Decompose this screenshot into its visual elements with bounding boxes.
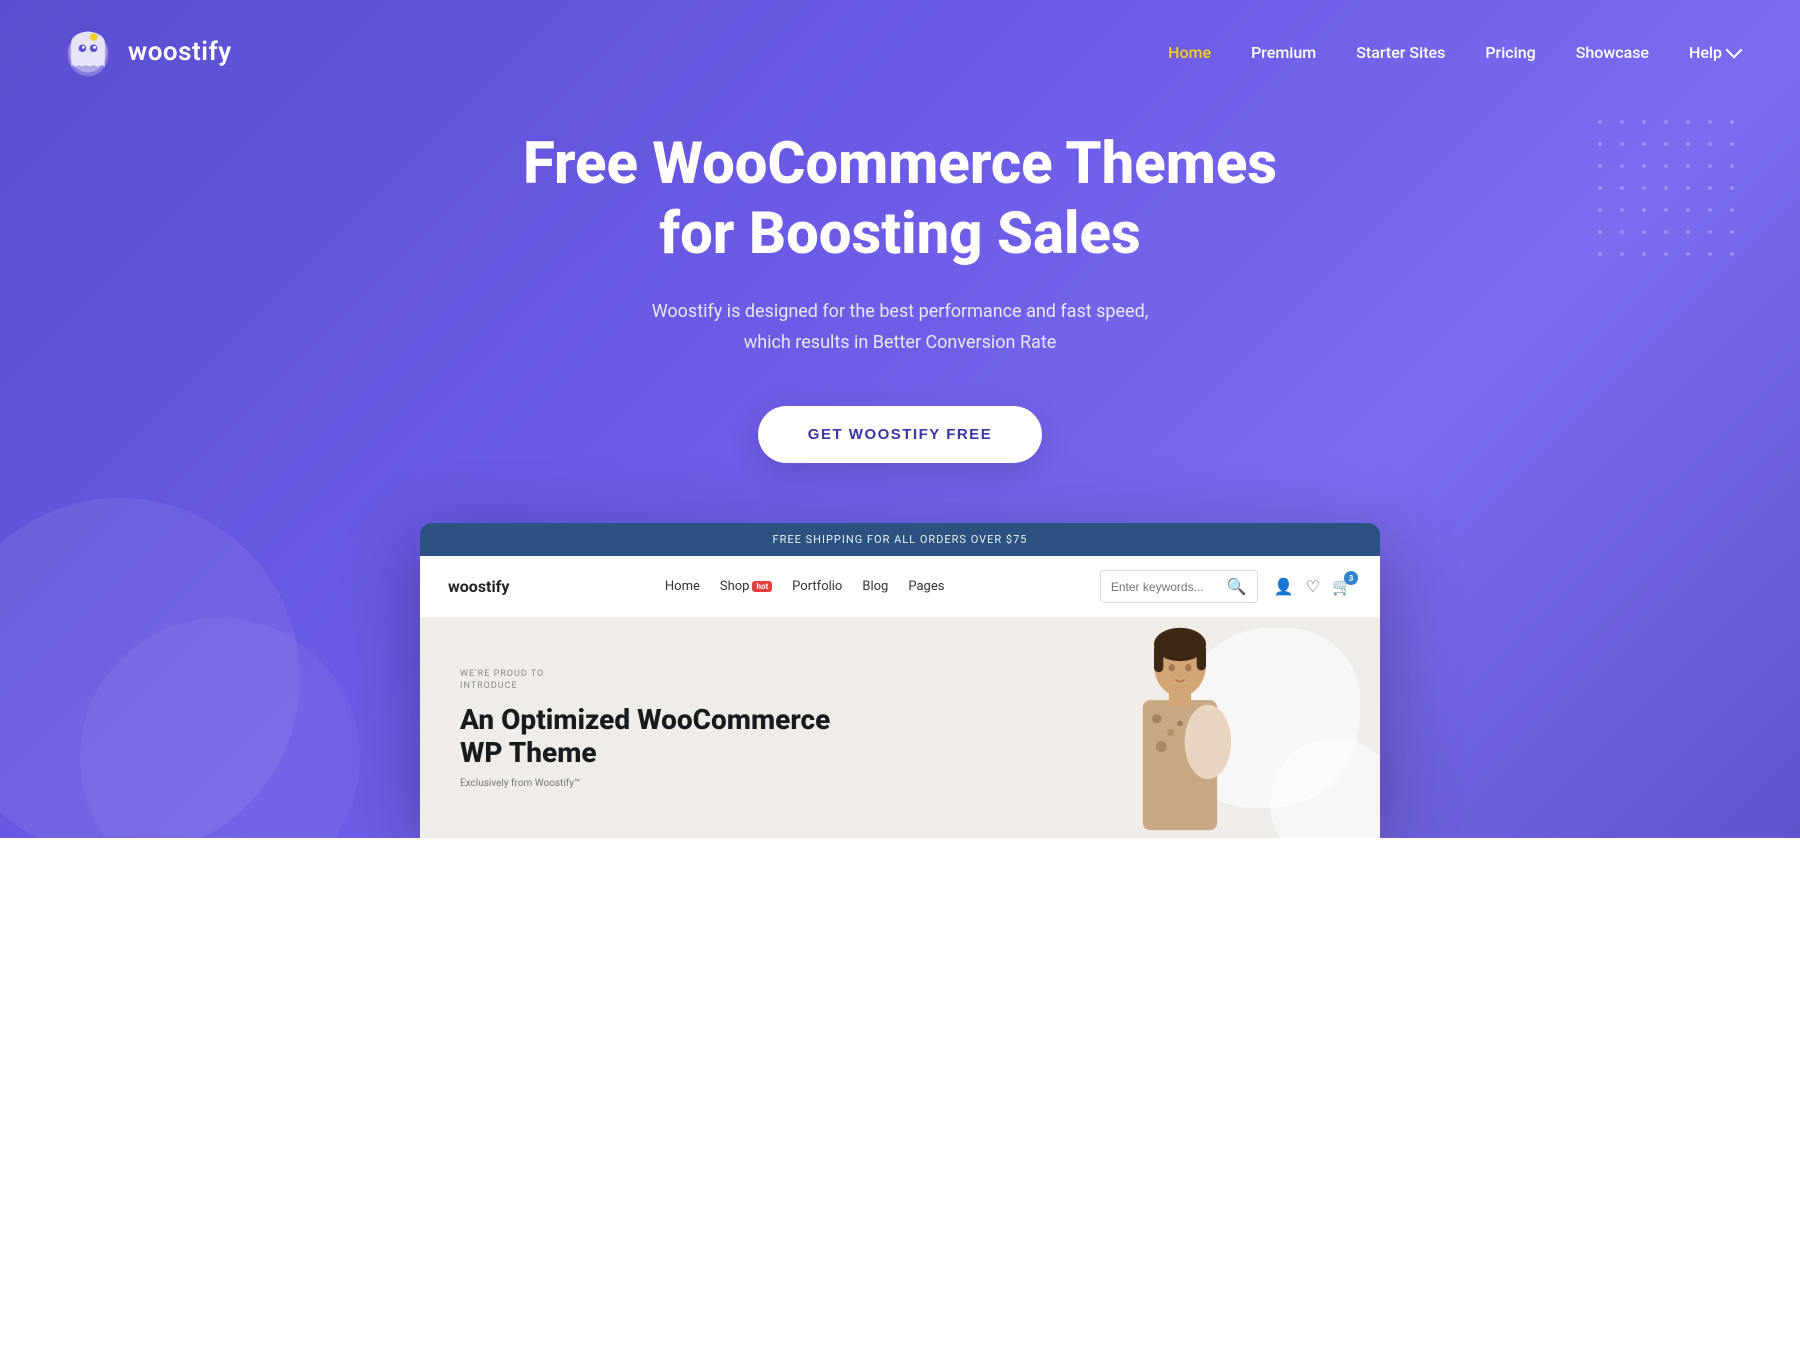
inner-nav-portfolio[interactable]: Portfolio xyxy=(792,579,842,594)
shop-badge: hot xyxy=(752,581,772,592)
inner-nav-pages[interactable]: Pages xyxy=(908,579,944,594)
chevron-down-icon xyxy=(1726,42,1743,59)
hero-title: Free WooCommerce Themes for Boosting Sal… xyxy=(510,130,1290,269)
inner-site: woostify Home Shop hot Portfolio Blog xyxy=(420,556,1380,838)
inner-nav: woostify Home Shop hot Portfolio Blog xyxy=(420,556,1380,618)
inner-search[interactable]: 🔍 xyxy=(1100,570,1258,603)
nav-showcase[interactable]: Showcase xyxy=(1576,43,1649,62)
inner-hero-image xyxy=(1080,618,1280,838)
nav-help[interactable]: Help xyxy=(1689,43,1740,62)
inner-nav-links: Home Shop hot Portfolio Blog Pages xyxy=(665,579,945,594)
logo-icon xyxy=(60,24,116,80)
cta-area: GET WOOSTIFY FREE xyxy=(758,406,1042,463)
nav-home[interactable]: Home xyxy=(1168,43,1211,62)
cart-icon-wrapper[interactable]: 🛒 3 xyxy=(1332,577,1352,596)
inner-hero-title: An Optimized WooCommerce WP Theme xyxy=(460,703,856,770)
inner-hero-subtitle: Exclusively from Woostify™ xyxy=(460,778,856,789)
logo[interactable]: woostify xyxy=(60,24,232,80)
browser-announcement: FREE SHIPPING FOR ALL ORDERS OVER $75 xyxy=(773,533,1028,546)
inner-nav-blog[interactable]: Blog xyxy=(862,579,888,594)
deco-dots xyxy=(1598,120,1740,262)
search-icon: 🔍 xyxy=(1227,577,1247,596)
inner-nav-home[interactable]: Home xyxy=(665,579,700,594)
nav-premium[interactable]: Premium xyxy=(1251,43,1316,62)
nav-starter-sites[interactable]: Starter Sites xyxy=(1356,43,1445,62)
brand-name: woostify xyxy=(128,37,232,67)
inner-logo: woostify xyxy=(448,577,509,596)
account-icon[interactable]: 👤 xyxy=(1274,577,1294,596)
inner-hero-eyebrow: WE'RE PROUD TOINTRODUCE xyxy=(460,668,856,693)
wishlist-icon[interactable]: ♡ xyxy=(1306,577,1320,596)
inner-hero-content: WE'RE PROUD TOINTRODUCE An Optimized Woo… xyxy=(460,668,856,789)
search-input[interactable] xyxy=(1111,580,1221,594)
inner-nav-shop[interactable]: Shop hot xyxy=(720,579,772,594)
browser-preview: FREE SHIPPING FOR ALL ORDERS OVER $75 wo… xyxy=(420,523,1380,838)
browser-bar: FREE SHIPPING FOR ALL ORDERS OVER $75 xyxy=(420,523,1380,556)
hero-subtitle: Woostify is designed for the best perfor… xyxy=(652,297,1149,358)
cart-count: 3 xyxy=(1344,571,1358,585)
inner-hero: WE'RE PROUD TOINTRODUCE An Optimized Woo… xyxy=(420,618,1380,838)
inner-icons: 👤 ♡ 🛒 3 xyxy=(1274,577,1352,596)
nav-pricing[interactable]: Pricing xyxy=(1485,43,1535,62)
inner-actions: 🔍 👤 ♡ 🛒 3 xyxy=(1100,570,1352,603)
cta-button[interactable]: GET WOOSTIFY FREE xyxy=(758,406,1042,463)
